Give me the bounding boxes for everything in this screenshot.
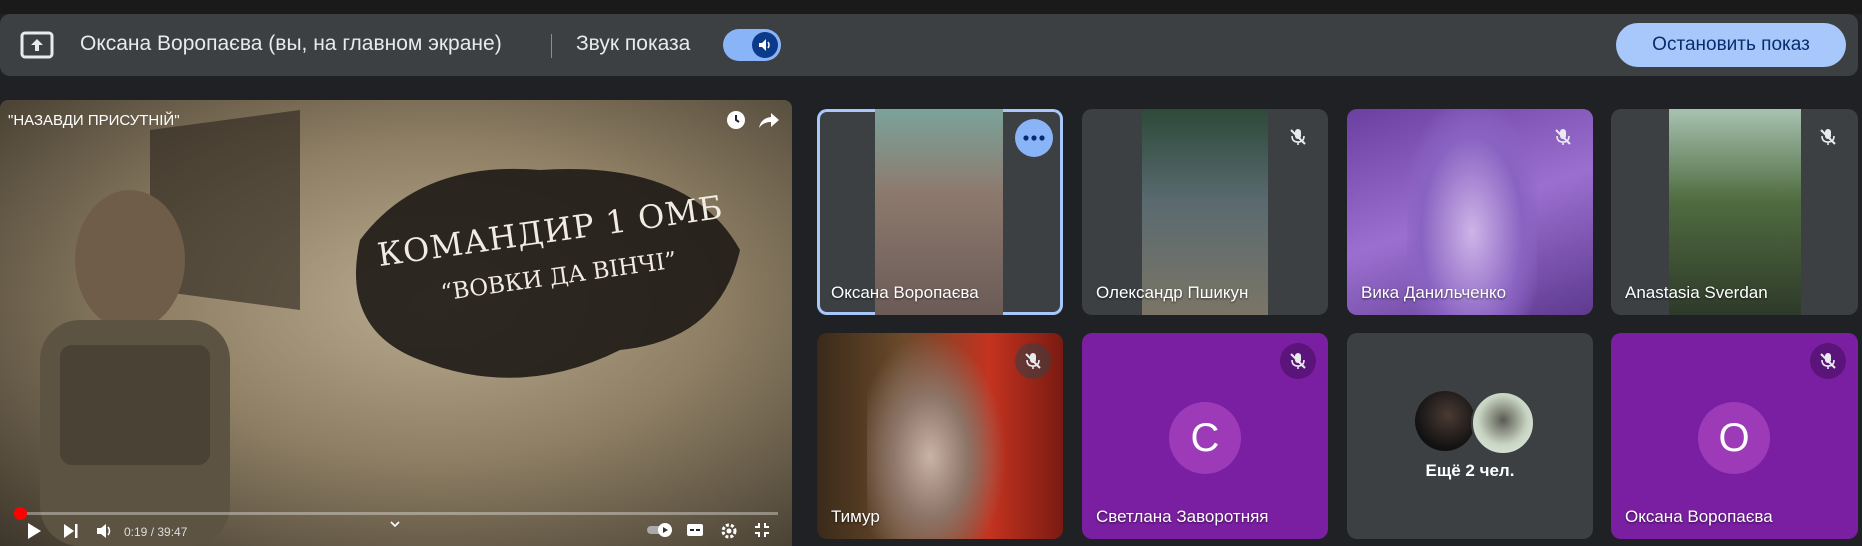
watch-later-icon[interactable] — [726, 110, 746, 130]
video-time: 0:19 / 39:47 — [124, 525, 188, 539]
more-participants-label: Ещё 2 чел. — [1425, 461, 1515, 480]
exit-fullscreen-icon[interactable] — [754, 522, 770, 538]
shared-video[interactable]: "НАЗАВДИ ПРИСУТНІЙ" КОМАНДИР 1 ОМБ “ВОВК… — [0, 100, 792, 546]
top-strip — [0, 0, 1862, 14]
participant-tile[interactable]: С Светлана Заворотняя — [1082, 333, 1328, 539]
mic-off-icon — [1015, 343, 1051, 379]
presenting-bar: Оксана Воропаєва (вы, на главном экране)… — [0, 14, 1858, 76]
avatar: О — [1698, 402, 1770, 474]
participant-name: Вика Данильченко — [1361, 283, 1507, 302]
gear-icon[interactable] — [720, 522, 738, 540]
participant-tile[interactable]: Тимур — [817, 333, 1063, 539]
participant-name: Оксана Воропаєва — [1625, 507, 1773, 526]
participant-tile[interactable]: Олександр Пшикун — [1082, 109, 1328, 315]
participant-name: Anastasia Sverdan — [1625, 283, 1768, 302]
chevron-down-icon[interactable] — [389, 520, 401, 530]
video-controls: 0:19 / 39:47 — [0, 520, 792, 546]
avatar: С — [1169, 402, 1241, 474]
participant-name: Оксана Воропаєва — [831, 283, 979, 302]
participant-tile[interactable]: Оксана Воропаєва — [817, 109, 1063, 315]
participant-tile[interactable]: О Оксана Воропаєва — [1611, 333, 1858, 539]
captions-icon[interactable] — [686, 522, 704, 538]
present-screen-icon — [20, 31, 54, 59]
mic-off-icon — [1545, 119, 1581, 155]
mic-off-icon — [1810, 119, 1846, 155]
more-options-icon[interactable] — [1015, 119, 1053, 157]
participant-name: Олександр Пшикун — [1096, 283, 1249, 302]
more-participants-tile[interactable]: Ещё 2 чел. — [1347, 333, 1593, 539]
next-icon[interactable] — [63, 522, 79, 540]
autoplay-toggle-icon[interactable] — [646, 522, 674, 538]
sound-toggle[interactable] — [723, 29, 781, 61]
mic-off-icon — [1280, 343, 1316, 379]
participant-name: Светлана Заворотняя — [1096, 507, 1269, 526]
volume-icon[interactable] — [96, 522, 114, 540]
mic-off-icon — [1810, 343, 1846, 379]
video-frame-art — [40, 110, 740, 546]
presenter-status: Оксана Воропаєва (вы, на главном экране) — [80, 32, 502, 55]
video-title: "НАЗАВДИ ПРИСУТНІЙ" — [8, 112, 180, 129]
share-icon[interactable] — [758, 110, 780, 130]
video-progress-bar[interactable] — [14, 507, 778, 520]
avatar — [1415, 391, 1475, 451]
participant-tile[interactable]: Вика Данильченко — [1347, 109, 1593, 315]
video-feed — [867, 333, 1007, 539]
mic-off-icon — [1280, 119, 1316, 155]
play-icon[interactable] — [26, 522, 42, 540]
avatar — [1471, 391, 1535, 455]
divider — [551, 34, 552, 58]
speaker-icon — [752, 32, 778, 58]
sound-label: Звук показа — [576, 32, 691, 55]
stop-presenting-button[interactable]: Остановить показ — [1616, 23, 1846, 67]
participant-tile[interactable]: Anastasia Sverdan — [1611, 109, 1858, 315]
participant-name: Тимур — [831, 507, 880, 526]
